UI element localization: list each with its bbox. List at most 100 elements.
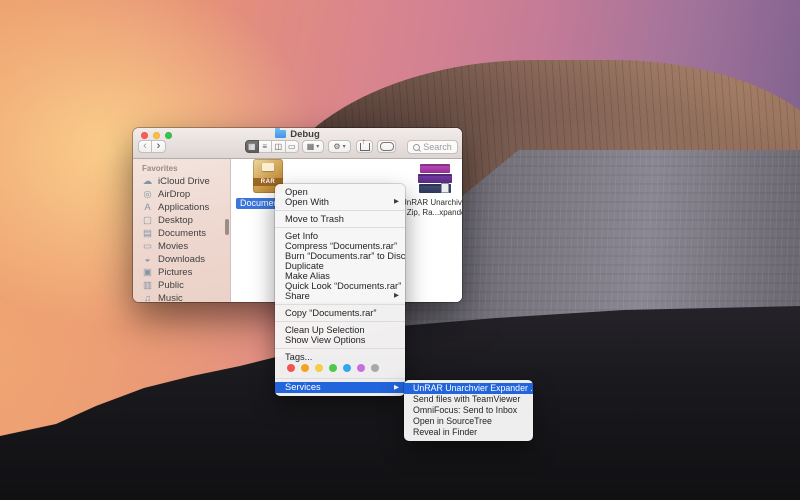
sidebar-item-desktop[interactable]: ▢ Desktop — [133, 214, 230, 227]
sidebar: Favorites ☁ iCloud Drive ◎ AirDrop A Applic… — [133, 159, 231, 302]
column-view-button[interactable]: ◫ — [272, 140, 286, 153]
tag-red[interactable] — [287, 364, 295, 372]
submenu-arrow-icon: ▶ — [394, 384, 399, 391]
submenu-item-unrar-expander[interactable]: UnRAR Unarchvier Expander ... — [404, 383, 533, 394]
tag-purple[interactable] — [357, 364, 365, 372]
list-view-button[interactable]: ≡ — [258, 140, 272, 153]
menu-item-make-alias[interactable]: Make Alias — [275, 271, 405, 281]
menu-item-get-info[interactable]: Get Info — [275, 231, 405, 241]
sidebar-item-downloads[interactable]: ◒ Downloads — [133, 253, 230, 266]
icloud-icon: ☁ — [142, 176, 153, 187]
menu-item-copy[interactable]: Copy “Documents.rar” — [275, 308, 405, 318]
share-button[interactable] — [356, 137, 373, 153]
tag-gray[interactable] — [371, 364, 379, 372]
submenu-item-teamviewer[interactable]: Send files with TeamViewer — [404, 394, 533, 405]
menu-item-duplicate[interactable]: Duplicate — [275, 261, 405, 271]
public-icon: ▥ — [143, 280, 152, 291]
menu-separator — [275, 321, 405, 322]
documents-icon: ▤ — [143, 228, 152, 239]
column-view-icon: ◫ — [274, 142, 283, 151]
tag-orange[interactable] — [301, 364, 309, 372]
sidebar-item-icloud-drive[interactable]: ☁ iCloud Drive — [133, 175, 230, 188]
search-placeholder: Search — [423, 142, 452, 152]
menu-item-clean-up-selection[interactable]: Clean Up Selection — [275, 325, 405, 335]
arrange-icon: ▦ — [306, 142, 315, 151]
chevron-down-icon: ▾ — [342, 144, 346, 150]
list-view-icon: ≡ — [262, 142, 268, 151]
sidebar-item-label: Downloads — [158, 254, 205, 265]
menu-separator — [275, 210, 405, 211]
context-menu: Open Open With ▶ Move to Trash Get Info C… — [275, 184, 405, 396]
pictures-icon: ▣ — [143, 267, 152, 278]
sidebar-item-movies[interactable]: ▭ Movies — [133, 240, 230, 253]
sidebar-item-music[interactable]: ♫ Music — [133, 292, 230, 302]
search-icon — [413, 143, 421, 151]
menu-separator — [275, 348, 405, 349]
menu-item-burn-to-disc[interactable]: Burn “Documents.rar” to Disc... — [275, 251, 405, 261]
coverflow-view-icon: ▭ — [287, 142, 296, 151]
sidebar-item-public[interactable]: ▥ Public — [133, 279, 230, 292]
sidebar-item-documents[interactable]: ▤ Documents — [133, 227, 230, 240]
sidebar-section-favorites: Favorites — [142, 164, 178, 173]
sidebar-item-label: AirDrop — [158, 189, 191, 200]
sidebar-item-label: Movies — [158, 241, 189, 252]
share-icon — [359, 137, 370, 151]
sidebar-item-applications[interactable]: A Applications — [133, 201, 230, 214]
sidebar-item-label: Documents — [158, 228, 207, 239]
menu-item-quick-look[interactable]: Quick Look “Documents.rar” — [275, 281, 405, 291]
menu-separator — [275, 227, 405, 228]
airdrop-icon: ◎ — [143, 189, 152, 200]
menu-separator — [275, 304, 405, 305]
icon-view-icon: ▦ — [247, 142, 256, 151]
menu-item-compress[interactable]: Compress “Documents.rar” — [275, 241, 405, 251]
menu-item-move-to-trash[interactable]: Move to Trash — [275, 214, 405, 224]
arrange-button[interactable]: ▦ ▾ — [302, 140, 324, 153]
sidebar-item-label: Desktop — [158, 215, 193, 226]
window-title-text: Debug — [290, 129, 320, 140]
toolbar: ‹ › ▦ ≡ ◫ ▭ ▦▾ ⚙▾ Search — [133, 137, 462, 155]
back-icon: ‹ — [143, 140, 147, 152]
sidebar-scrollbar[interactable] — [225, 219, 229, 235]
tag-icon — [379, 142, 394, 151]
menu-separator — [275, 378, 405, 379]
gear-icon: ⚙ — [333, 142, 341, 151]
back-button[interactable]: ‹ — [138, 140, 152, 153]
music-icon: ♫ — [143, 293, 152, 302]
icon-view-button[interactable]: ▦ — [245, 140, 259, 153]
submenu-item-reveal-in-finder[interactable]: Reveal in Finder — [404, 427, 533, 438]
sidebar-item-airdrop[interactable]: ◎ AirDrop — [133, 188, 230, 201]
window-title: Debug — [133, 128, 462, 140]
menu-item-show-view-options[interactable]: Show View Options — [275, 335, 405, 345]
tags-button[interactable] — [377, 140, 396, 153]
menu-item-open-with[interactable]: Open With ▶ — [275, 197, 405, 207]
sidebar-item-pictures[interactable]: ▣ Pictures — [133, 266, 230, 279]
forward-icon: › — [156, 140, 161, 152]
sidebar-item-label: Applications — [158, 202, 210, 213]
submenu-arrow-icon: ▶ — [394, 292, 399, 299]
search-input[interactable]: Search — [407, 140, 458, 154]
sidebar-item-label: iCloud Drive — [158, 176, 210, 187]
chevron-down-icon: ▾ — [316, 144, 320, 150]
action-button[interactable]: ⚙ ▾ — [328, 140, 351, 153]
sidebar-item-label: Public — [158, 280, 184, 291]
downloads-icon: ◒ — [144, 254, 151, 265]
movies-icon: ▭ — [143, 241, 152, 252]
menu-item-open[interactable]: Open — [275, 187, 405, 197]
submenu-arrow-icon: ▶ — [394, 198, 399, 205]
tag-blue[interactable] — [343, 364, 351, 372]
submenu-item-sourcetree[interactable]: Open in SourceTree — [404, 416, 533, 427]
applications-icon: A — [144, 202, 151, 213]
submenu-item-omnifocus[interactable]: OmniFocus: Send to Inbox — [404, 405, 533, 416]
desktop-icon: ▢ — [143, 215, 152, 226]
menu-item-share[interactable]: Share ▶ — [275, 291, 405, 301]
menu-item-services[interactable]: Services ▶ — [275, 382, 405, 393]
tag-green[interactable] — [329, 364, 337, 372]
document-page-icon — [441, 183, 449, 193]
folder-icon — [275, 128, 287, 138]
coverflow-view-button[interactable]: ▭ — [285, 140, 299, 153]
tag-yellow[interactable] — [315, 364, 323, 372]
menu-item-tags[interactable]: Tags... — [275, 352, 405, 362]
sidebar-item-label: Music — [158, 293, 183, 302]
forward-button[interactable]: › — [152, 140, 166, 153]
sidebar-item-label: Pictures — [158, 267, 193, 278]
